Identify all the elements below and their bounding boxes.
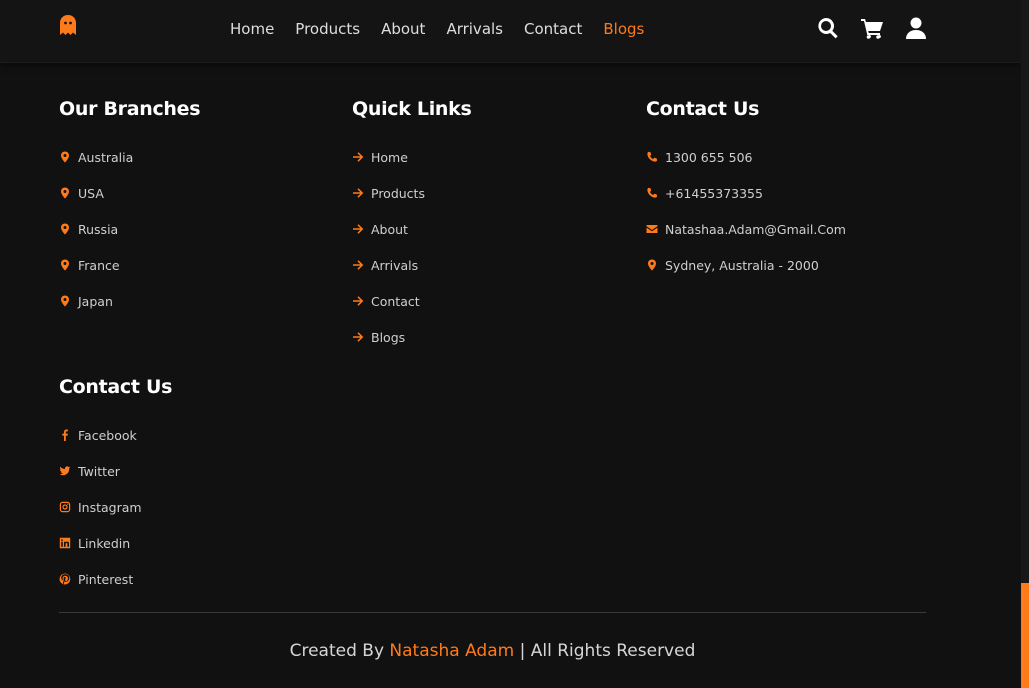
quick-link-item[interactable]: Products xyxy=(352,175,472,211)
map-marker-icon xyxy=(59,151,71,163)
quick-link-item-label[interactable]: Contact xyxy=(371,294,420,309)
scrollbar-thumb[interactable] xyxy=(1021,583,1029,688)
nav-icon-group xyxy=(816,16,948,40)
map-marker-icon xyxy=(59,187,71,199)
quick-link-item-label[interactable]: Products xyxy=(371,186,425,201)
contact-item[interactable]: 1300 655 506 xyxy=(646,139,846,175)
nav-link-home[interactable]: Home xyxy=(230,19,274,39)
linkedin-icon xyxy=(59,537,71,549)
quick-links-section: Quick Links Home Products About Arrivals Con… xyxy=(352,98,472,355)
map-marker-icon xyxy=(59,259,71,271)
branch-item[interactable]: France xyxy=(59,247,200,283)
shopping-cart-icon[interactable] xyxy=(860,16,884,40)
branches-section: Our Branches Australia USA Russia France Jap… xyxy=(59,98,201,319)
contact-section: Contact Us 1300 655 506 +61455373355 Natas… xyxy=(646,98,846,283)
quick-link-item[interactable]: Home xyxy=(352,139,472,175)
nav-link-about[interactable]: About xyxy=(381,19,425,39)
quick-links-list: Home Products About Arrivals Contact Blogs xyxy=(352,139,472,355)
quick-link-item[interactable]: Blogs xyxy=(352,319,472,355)
contact-title: Contact Us xyxy=(646,98,760,120)
phone-icon xyxy=(646,187,658,199)
social-item-label[interactable]: Linkedin xyxy=(78,536,130,551)
arrow-right-icon xyxy=(352,259,364,271)
envelope-icon xyxy=(646,223,658,235)
contact-item[interactable]: Natashaa.Adam@Gmail.Com xyxy=(646,211,846,247)
quick-link-item-label[interactable]: Blogs xyxy=(371,330,405,345)
branches-title: Our Branches xyxy=(59,98,201,120)
arrow-right-icon xyxy=(352,187,364,199)
contact-item[interactable]: +61455373355 xyxy=(646,175,846,211)
contact-item-label[interactable]: +61455373355 xyxy=(665,186,763,201)
credit-prefix: Created By xyxy=(289,641,385,661)
social-item[interactable]: Instagram xyxy=(59,489,172,525)
quick-links-title: Quick Links xyxy=(352,98,472,120)
facebook-icon xyxy=(59,429,71,441)
quick-link-item[interactable]: Arrivals xyxy=(352,247,472,283)
branch-item-label[interactable]: Japan xyxy=(78,294,113,309)
quick-link-item-label[interactable]: Arrivals xyxy=(371,258,418,273)
branch-item-label[interactable]: Russia xyxy=(78,222,118,237)
contact-list: 1300 655 506 +61455373355 Natashaa.Adam@Gm… xyxy=(646,139,846,283)
branch-item-label[interactable]: France xyxy=(78,258,120,273)
nav-link-arrivals[interactable]: Arrivals xyxy=(446,19,503,39)
social-item-label[interactable]: Facebook xyxy=(78,428,137,443)
footer-credit: Created By Natasha Adam | All Rights Res… xyxy=(0,640,985,662)
social-item[interactable]: Twitter xyxy=(59,453,172,489)
social-item[interactable]: Pinterest xyxy=(59,561,172,597)
social-section: Contact Us Facebook Twitter Instagram Linke… xyxy=(59,376,172,597)
search-icon[interactable] xyxy=(816,16,840,40)
social-item[interactable]: Linkedin xyxy=(59,525,172,561)
quick-link-item-label[interactable]: About xyxy=(371,222,408,237)
contact-item-label[interactable]: 1300 655 506 xyxy=(665,150,752,165)
map-marker-icon xyxy=(59,295,71,307)
map-marker-icon xyxy=(646,259,658,271)
social-item-label[interactable]: Pinterest xyxy=(78,572,133,587)
social-list: Facebook Twitter Instagram Linkedin Pinteres… xyxy=(59,417,172,597)
phone-icon xyxy=(646,151,658,163)
branches-list: Australia USA Russia France Japan xyxy=(59,139,200,319)
branch-item[interactable]: Australia xyxy=(59,139,200,175)
user-icon[interactable] xyxy=(904,16,928,40)
main-nav: Home Products About Arrivals Contact Blo… xyxy=(230,19,665,39)
social-item[interactable]: Facebook xyxy=(59,417,172,453)
credit-suffix: | All Rights Reserved xyxy=(519,641,696,661)
nav-link-products[interactable]: Products xyxy=(295,19,360,39)
map-marker-icon xyxy=(59,223,71,235)
branch-item-label[interactable]: Australia xyxy=(78,150,133,165)
branch-item-label[interactable]: USA xyxy=(78,186,104,201)
quick-link-item[interactable]: About xyxy=(352,211,472,247)
social-item-label[interactable]: Instagram xyxy=(78,500,142,515)
quick-link-item-label[interactable]: Home xyxy=(371,150,408,165)
instagram-icon xyxy=(59,501,71,513)
twitter-icon xyxy=(59,465,71,477)
arrow-right-icon xyxy=(352,223,364,235)
social-item-label[interactable]: Twitter xyxy=(78,464,120,479)
header-navbar: Home Products About Arrivals Contact Blo… xyxy=(0,0,1021,63)
arrow-right-icon xyxy=(352,151,364,163)
contact-item-label[interactable]: Sydney, Australia - 2000 xyxy=(665,258,819,273)
credit-author-link[interactable]: Natasha Adam xyxy=(389,641,514,661)
branch-item[interactable]: Japan xyxy=(59,283,200,319)
nav-link-blogs[interactable]: Blogs xyxy=(603,19,644,39)
contact-item[interactable]: Sydney, Australia - 2000 xyxy=(646,247,846,283)
branch-item[interactable]: USA xyxy=(59,175,200,211)
branch-item[interactable]: Russia xyxy=(59,211,200,247)
arrow-right-icon xyxy=(352,331,364,343)
quick-link-item[interactable]: Contact xyxy=(352,283,472,319)
pinterest-icon xyxy=(59,573,71,585)
nav-link-contact[interactable]: Contact xyxy=(524,19,582,39)
arrow-right-icon xyxy=(352,295,364,307)
footer-divider xyxy=(59,612,926,613)
ghost-logo-icon[interactable] xyxy=(59,14,77,36)
contact-item-label[interactable]: Natashaa.Adam@Gmail.Com xyxy=(665,222,846,237)
social-title: Contact Us xyxy=(59,376,173,398)
